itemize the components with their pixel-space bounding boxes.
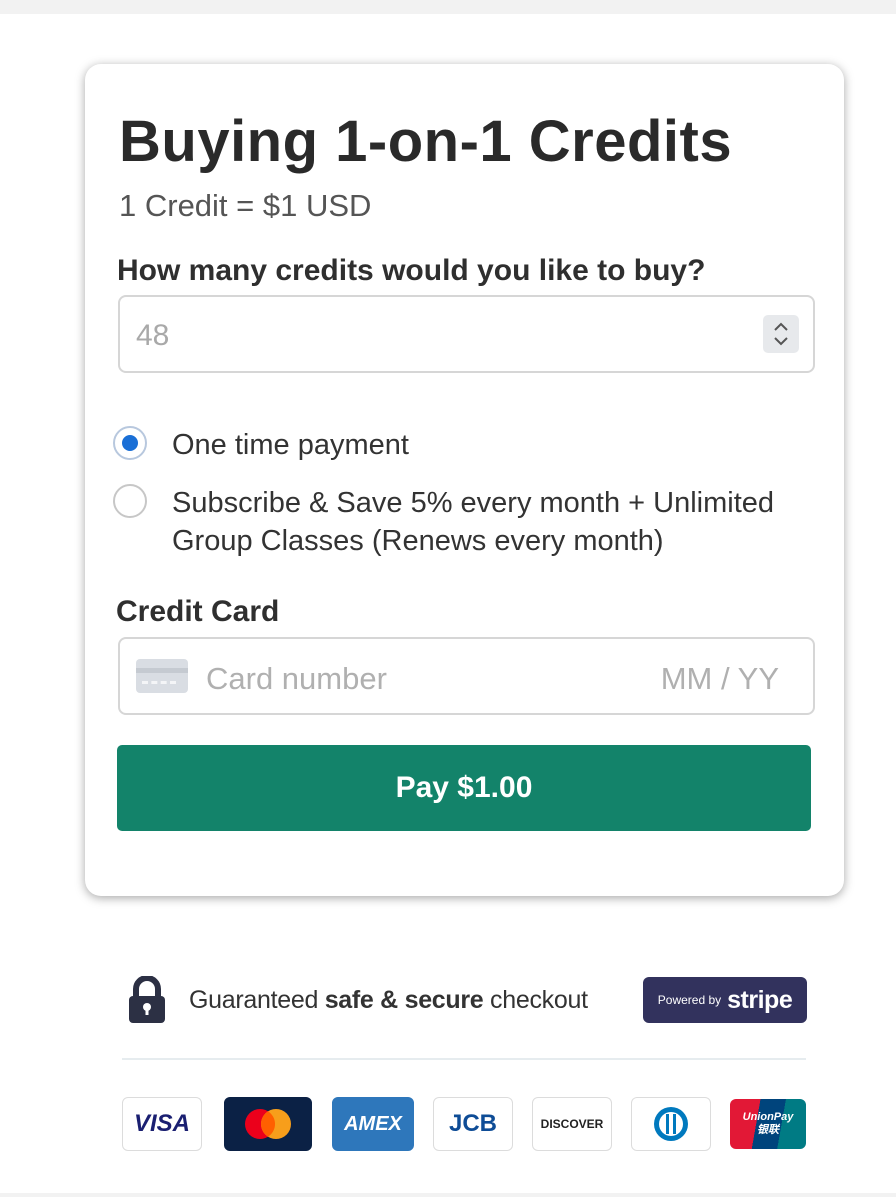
diners-club-icon bbox=[654, 1107, 688, 1141]
option-one-time[interactable]: One time payment bbox=[113, 426, 409, 464]
secure-text-bold: safe & secure bbox=[324, 986, 484, 1014]
option-subscribe[interactable]: Subscribe & Save 5% every month + Unlimi… bbox=[113, 484, 774, 560]
secure-text-suffix: checkout bbox=[483, 986, 588, 1014]
unionpay-logo-background: UnionPay 银联 bbox=[730, 1099, 806, 1149]
mastercard-logo bbox=[224, 1097, 312, 1151]
bottom-bar bbox=[0, 1193, 896, 1197]
stepper-arrows-icon bbox=[774, 322, 788, 346]
quantity-value: 48 bbox=[136, 319, 170, 352]
secure-text-prefix: Guaranteed bbox=[189, 986, 325, 1014]
stripe-logo: stripe bbox=[727, 985, 793, 1014]
page-title: Buying 1-on-1 Credits bbox=[119, 109, 733, 174]
payment-logos: VISA AMEX JCB DISCOVER UnionPay 银联 bbox=[122, 1097, 812, 1153]
quantity-input[interactable]: 48 bbox=[118, 295, 815, 373]
card-number-field[interactable]: Card number bbox=[206, 661, 387, 697]
powered-by-stripe-badge[interactable]: Powered by stripe bbox=[643, 977, 807, 1023]
secure-checkout-text: Guaranteed safe & secure checkout bbox=[189, 986, 588, 1015]
quantity-label: How many credits would you like to buy? bbox=[117, 254, 706, 287]
radio-subscribe[interactable] bbox=[113, 484, 147, 518]
pay-button[interactable]: Pay $1.00 bbox=[117, 745, 811, 831]
option-subscribe-label: Subscribe & Save 5% every month + Unlimi… bbox=[172, 484, 774, 560]
lock-icon bbox=[129, 976, 165, 1023]
credit-card-label: Credit Card bbox=[116, 595, 280, 628]
visa-logo: VISA bbox=[122, 1097, 202, 1151]
option-subscribe-line2: Group Classes (Renews every month) bbox=[172, 525, 664, 557]
card-input[interactable]: Card number MM / YY bbox=[118, 637, 815, 715]
unionpay-logo-text: UnionPay 银联 bbox=[742, 1111, 794, 1136]
discover-logo-text: DISCOVER bbox=[540, 1117, 604, 1131]
credit-rate: 1 Credit = $1 USD bbox=[119, 188, 372, 223]
option-one-time-label: One time payment bbox=[172, 429, 409, 461]
discover-logo: DISCOVER bbox=[532, 1097, 612, 1151]
jcb-logo: JCB bbox=[433, 1097, 513, 1151]
credit-card-icon bbox=[136, 659, 188, 693]
quantity-stepper[interactable] bbox=[763, 315, 799, 353]
mastercard-circles-icon bbox=[245, 1109, 291, 1139]
diners-club-logo bbox=[631, 1097, 711, 1151]
visa-logo-text: VISA bbox=[133, 1110, 190, 1137]
radio-one-time[interactable] bbox=[113, 426, 147, 460]
powered-by-text: Powered by bbox=[657, 993, 722, 1007]
amex-logo: AMEX bbox=[332, 1097, 414, 1151]
amex-logo-text: AMEX bbox=[344, 1112, 402, 1135]
checkout-card: Buying 1-on-1 Credits 1 Credit = $1 USD … bbox=[85, 64, 844, 896]
unionpay-logo: UnionPay 银联 bbox=[730, 1097, 806, 1151]
option-subscribe-line1: Subscribe & Save 5% every month + Unlimi… bbox=[172, 487, 775, 519]
expiry-field[interactable]: MM / YY bbox=[661, 661, 779, 697]
secure-checkout-banner: Guaranteed safe & secure checkout Powere… bbox=[127, 976, 807, 1026]
top-bar bbox=[0, 0, 896, 14]
jcb-logo-text: JCB bbox=[448, 1110, 497, 1137]
footer-divider bbox=[122, 1058, 806, 1060]
